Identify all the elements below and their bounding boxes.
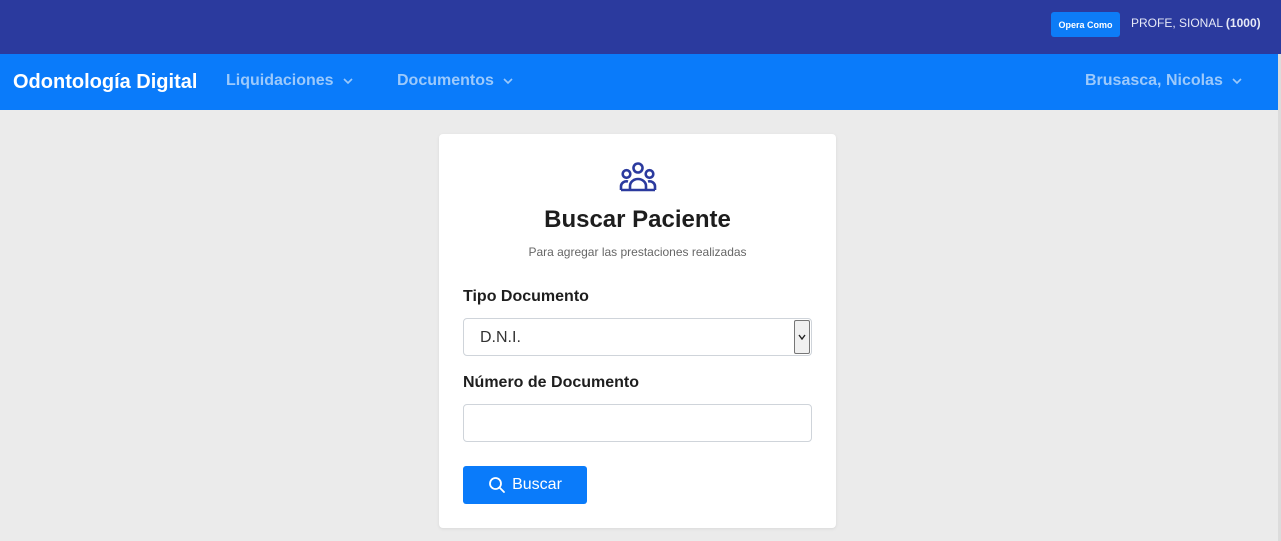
user-menu-label: Brusasca, Nicolas: [1085, 72, 1223, 89]
nav-documentos-label: Documentos: [397, 72, 494, 89]
search-icon: [489, 477, 505, 493]
page-title: Buscar Paciente: [544, 206, 731, 233]
chevron-down-icon: [503, 78, 513, 85]
tipo-documento-value: D.N.I.: [480, 329, 521, 346]
page-subtitle: Para agregar las prestaciones realizadas: [528, 245, 747, 259]
tipo-documento-select[interactable]: D.N.I.: [463, 318, 812, 356]
nav-liquidaciones-label: Liquidaciones: [226, 72, 334, 89]
brand-link[interactable]: Odontología Digital: [13, 71, 197, 94]
profile-name: PROFE, SIONAL: [1131, 16, 1223, 30]
main-navbar: Odontología Digital Liquidaciones Docume…: [0, 54, 1278, 110]
chevron-down-icon: [798, 334, 806, 340]
chevron-down-icon: [1232, 78, 1242, 85]
nav-liquidaciones[interactable]: Liquidaciones: [226, 72, 354, 90]
nav-documentos[interactable]: Documentos: [397, 72, 514, 90]
select-arrow[interactable]: [794, 320, 810, 354]
users-group-icon: [619, 162, 657, 192]
buscar-button[interactable]: Buscar: [463, 466, 587, 504]
current-profile-label: PROFE, SIONAL (1000): [1131, 16, 1261, 30]
user-menu[interactable]: Brusasca, Nicolas: [1085, 72, 1243, 90]
buscar-button-label: Buscar: [512, 476, 562, 493]
numero-documento-label: Número de Documento: [463, 374, 640, 391]
numero-documento-input[interactable]: [463, 404, 812, 442]
opera-como-button[interactable]: Opera Como: [1051, 12, 1120, 37]
chevron-down-icon: [343, 78, 353, 85]
profile-code: (1000): [1225, 16, 1261, 30]
tipo-documento-label: Tipo Documento: [463, 288, 589, 305]
search-patient-card: Buscar Paciente Para agregar las prestac…: [439, 134, 836, 528]
top-bar: Opera Como PROFE, SIONAL (1000): [0, 0, 1281, 54]
